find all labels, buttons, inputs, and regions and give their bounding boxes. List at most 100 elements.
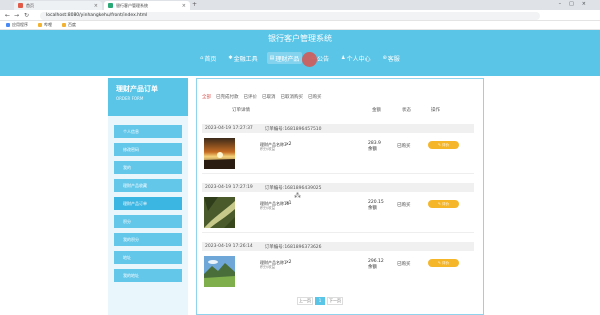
sidebar-item-orders[interactable]: 理财产品订单 [114, 197, 182, 210]
nav-finance-tools[interactable]: ✱ 金融工具 [225, 52, 260, 64]
page-number[interactable]: 1 [315, 297, 325, 305]
review-button[interactable]: ✎ 评价 [428, 200, 459, 208]
product-image[interactable] [204, 197, 235, 228]
sidebar-header: 理财产品订单 ORDER FORM [108, 78, 188, 116]
order-body: 理财产品名称3 积分/收益 x2 283.9 余额 已购买 ✎ 评价 [202, 133, 474, 174]
new-tab-icon[interactable]: + [192, 1, 197, 8]
browser-tab-2[interactable]: 银行客户管理系统 × [104, 1, 190, 10]
loading-spinner-icon: ⁂ [294, 192, 301, 200]
tab-close-icon[interactable]: × [94, 3, 98, 9]
url-input[interactable]: localhost:8080/yinhangkehu/front/index.h… [40, 12, 540, 20]
bookmark-bilibili[interactable]: 哔哩 [38, 22, 52, 28]
col-action: 操作 [431, 108, 440, 113]
order-quantity: x1 [286, 201, 292, 206]
browser-tabbar: 首页 × 银行客户管理系统 × + –□× [0, 0, 600, 10]
sidebar-item-password[interactable]: 修改密码 [114, 143, 182, 156]
nav-home[interactable]: ⌂ 首页 [197, 52, 219, 64]
review-button[interactable]: ✎ 评价 [428, 141, 459, 149]
home-icon: ⌂ [200, 55, 204, 61]
nav-label: 金融工具 [233, 55, 258, 63]
address-bar: ← → ↻ localhost:8080/yinhangkehu/front/i… [0, 10, 600, 21]
order-body: 理财产品名称10 积分/收益 x1 220.15 余额 已购买 ✎ 评价 [202, 192, 474, 233]
reload-icon[interactable]: ↻ [24, 12, 29, 19]
orders-panel: 全部 已完成付款 已评价 已取消 已取消购买 已购买 订单详情 金额 状态 操作… [196, 78, 484, 315]
next-page-button[interactable]: 下一页 [327, 297, 343, 305]
divider [202, 173, 474, 174]
product-desc: 积分/收益 [260, 265, 276, 269]
product-desc: 积分/收益 [260, 147, 276, 151]
nav-label: 个人中心 [346, 55, 371, 63]
site-header: 银行客户管理系统 ⌂首页 ✱金融工具 ▤理财产品 ▭公告 ♟个人中心 ⊛客服 [0, 30, 600, 76]
person-icon: ♟ [341, 55, 346, 61]
filter-tab-all[interactable]: 全部 [202, 94, 211, 100]
click-indicator [302, 52, 317, 67]
price-unit: 余额 [368, 147, 377, 152]
price-unit: 余额 [368, 206, 377, 211]
back-icon[interactable]: ← [5, 12, 10, 19]
forward-icon[interactable]: → [14, 12, 19, 19]
browser-tab-1[interactable]: 首页 × [14, 1, 102, 10]
divider [202, 232, 474, 233]
price-value: 220.15 [368, 200, 384, 205]
price-unit: 余额 [368, 265, 377, 270]
filter-tab-cancelled[interactable]: 已取消 [262, 94, 276, 100]
order-header: 2023-04-19 17:27:19 订单编号:1681896439025 [202, 183, 474, 192]
sidebar: 理财产品订单 ORDER FORM 个人信息 修改密码 我的 理财产品收藏 理财… [108, 78, 188, 315]
nav-products[interactable]: ▤ 理财产品 [266, 52, 303, 64]
nav-service[interactable]: ⊛ 客服 [380, 52, 403, 64]
nav-label: 理财产品 [275, 55, 300, 63]
nav-profile[interactable]: ♟ 个人中心 [338, 52, 374, 64]
filter-tab-reviewed[interactable]: 已评价 [244, 94, 258, 100]
sidebar-item-points[interactable]: 积分 [114, 215, 182, 228]
review-button-label: 评价 [442, 143, 450, 147]
cart-icon: ⊛ [382, 55, 387, 61]
tab-close-icon[interactable]: × [182, 3, 186, 9]
order-number: 订单编号:1681896439025 [264, 185, 322, 191]
review-button[interactable]: ✎ 评价 [428, 259, 459, 267]
filter-tab-purchased[interactable]: 已购买 [308, 94, 322, 100]
sidebar-menu: 个人信息 修改密码 我的 理财产品收藏 理财产品订单 积分 我的积分 地址 我的… [108, 116, 188, 291]
bookmark-label: 应用程序 [12, 22, 28, 27]
finance-tool-icon: ✱ [228, 55, 233, 61]
sidebar-item-my-address[interactable]: 我的地址 [114, 269, 182, 282]
order-amount: 296.12 余额 [368, 259, 384, 271]
sidebar-item-profile[interactable]: 个人信息 [114, 125, 182, 138]
order-header: 2023-04-19 17:26:14 订单编号:1681896373626 [202, 242, 474, 251]
folder-icon [38, 23, 42, 27]
main-nav: ⌂首页 ✱金融工具 ▤理财产品 ▭公告 ♟个人中心 ⊛客服 [0, 52, 600, 64]
nav-label: 首页 [204, 55, 217, 63]
apps-icon [6, 23, 10, 27]
bookmark-label: 哔哩 [44, 22, 52, 27]
review-button-label: 评价 [442, 261, 450, 265]
sidebar-item-mine[interactable]: 我的 [114, 161, 182, 174]
tab-favicon-icon [18, 3, 23, 8]
product-image[interactable] [204, 256, 235, 287]
col-status: 状态 [402, 108, 411, 113]
pagination: 上一页 1 下一页 [297, 297, 343, 305]
order-status: 已购买 [397, 262, 411, 267]
orders-table-header: 订单详情 金额 状态 操作 [202, 106, 474, 115]
review-button-label: 评价 [442, 202, 450, 206]
product-icon: ▤ [269, 55, 275, 61]
bookmark-baidu[interactable]: 百度 [62, 22, 76, 28]
filter-tabs: 全部 已完成付款 已评价 已取消 已取消购买 已购买 [202, 94, 322, 100]
bookmark-apps[interactable]: 应用程序 [6, 22, 28, 28]
site-title: 银行客户管理系统 [268, 34, 332, 43]
window-controls[interactable]: –□× [559, 1, 594, 7]
price-value: 296.12 [368, 259, 384, 264]
col-amount: 金额 [372, 108, 381, 113]
product-image[interactable] [204, 138, 235, 169]
folder-icon [62, 23, 66, 27]
order-date: 2023-04-19 17:26:14 [205, 244, 253, 249]
sidebar-item-favorites[interactable]: 理财产品收藏 [114, 179, 182, 192]
order-date: 2023-04-19 17:27:19 [205, 185, 253, 190]
order-row: 2023-04-19 17:26:14 订单编号:1681896373626 理… [202, 242, 474, 291]
sidebar-item-my-points[interactable]: 我的积分 [114, 233, 182, 246]
sidebar-item-address[interactable]: 地址 [114, 251, 182, 264]
filter-tab-cancel-purchase[interactable]: 已取消购买 [281, 94, 304, 100]
order-row: 2023-04-19 17:27:37 订单编号:1681896457510 理… [202, 124, 474, 174]
order-quantity: x2 [286, 260, 292, 265]
filter-tab-paid[interactable]: 已完成付款 [216, 94, 239, 100]
order-number: 订单编号:1681896457510 [264, 126, 322, 132]
prev-page-button[interactable]: 上一页 [297, 297, 313, 305]
